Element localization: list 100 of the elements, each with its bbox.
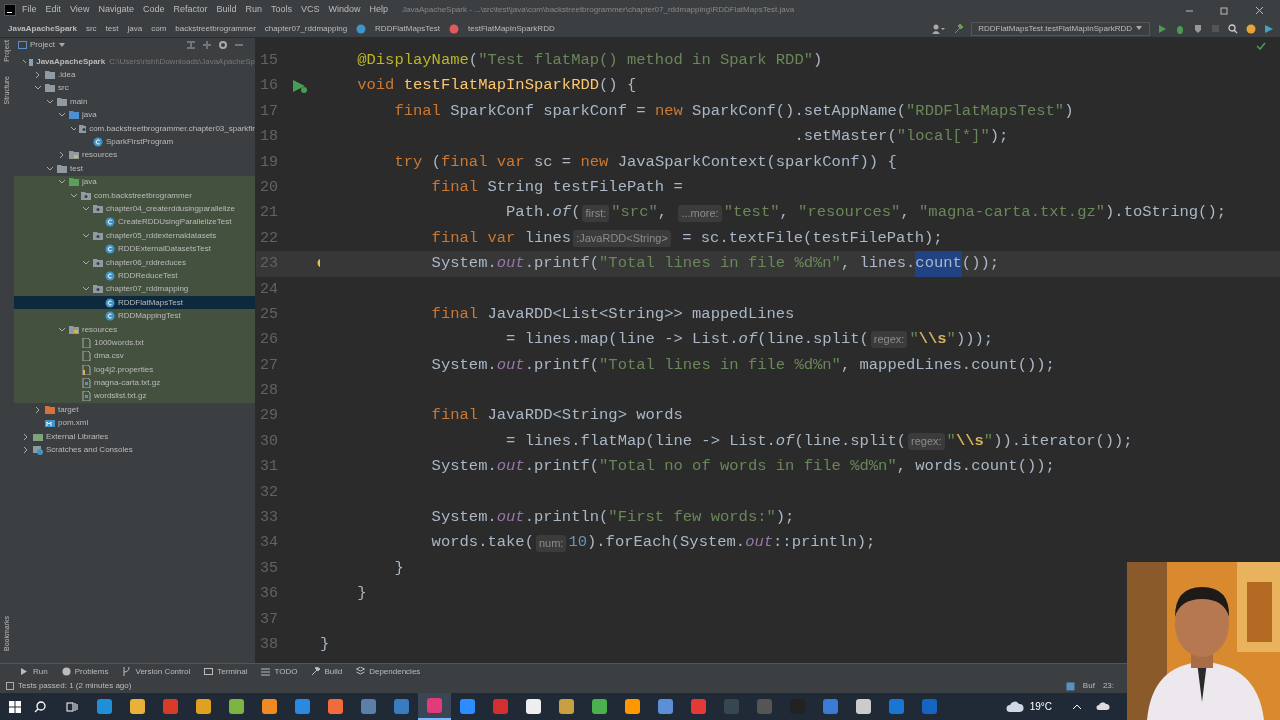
tree-item-label[interactable]: java [82,176,97,189]
app-icon[interactable] [526,699,541,714]
weather-temperature[interactable]: 19°C [1029,699,1052,714]
status-item[interactable]: 23: [1102,680,1114,692]
menu-item[interactable]: Help [369,3,389,17]
breadcrumb[interactable]: com [151,22,167,35]
tree-item-label[interactable]: SparkFirstProgram [106,136,174,149]
tree-item-label[interactable]: test [70,162,83,175]
tree-item-label[interactable]: target [58,403,79,416]
tree-item-label[interactable]: com.backstreetbrogrammer [94,189,192,202]
tree-row[interactable]: test [14,162,255,176]
breadcrumb[interactable]: JavaApacheSpark [8,22,77,35]
tree-item-label[interactable]: pom.xml [58,417,89,430]
tool-window-tab[interactable]: Build [311,665,343,678]
collapse-all-icon[interactable] [203,41,211,49]
app-icon[interactable] [625,699,640,714]
menu-item[interactable]: Window [328,3,361,17]
tree-row[interactable]: RDDFlatMapsTest [14,296,255,310]
tree-item-label[interactable]: wordslist.txt.gz [94,390,147,403]
caret-icon[interactable] [58,42,66,48]
tree-row[interactable]: SparkFirstProgram [14,135,255,149]
tool-window-tab[interactable]: Dependencies [356,665,421,678]
breadcrumb[interactable]: backstreetbrogrammer [175,22,256,35]
cloud-icon[interactable] [1096,702,1110,711]
tree-item-label[interactable]: chapter05_rddexternaldatasets [106,229,217,242]
tree-item-label[interactable]: magna-carta.txt.gz [94,377,161,390]
tree-item-label[interactable]: log4j2.properties [94,363,154,376]
tree-item-label[interactable]: JavaApacheSpark [36,55,106,68]
tree-item-label[interactable]: resources [82,323,118,336]
chevron-right-icon[interactable] [58,151,66,160]
tree-row[interactable]: src [14,81,255,96]
hammer-icon[interactable] [953,23,964,34]
status-toggle-icon[interactable] [6,682,14,690]
menu-item[interactable]: Tools [271,3,292,17]
tree-row[interactable]: resources [14,148,255,163]
breadcrumb[interactable]: chapter07_rddmapping [264,22,348,35]
tree-item-label[interactable]: chapter07_rddmapping [106,283,189,296]
search-icon[interactable] [1228,23,1238,34]
tree-row[interactable]: RDDExternalDatasetsTest [14,242,255,256]
tree-item-label[interactable]: CreateRDDUsingParallelizeTest [118,216,232,229]
tree-row[interactable]: java [14,108,255,122]
tree-row[interactable]: RDDMappingTest [14,309,255,323]
tree-row[interactable]: main [14,95,255,109]
menu-item[interactable]: Code [142,3,165,17]
restore-icon[interactable] [1220,5,1229,15]
user-icon[interactable] [931,23,946,34]
tree-item-label[interactable]: RDDMappingTest [118,310,181,323]
tree-item-label[interactable]: chapter04_createrddusingparallelize [106,203,235,215]
menu-item[interactable]: View [70,3,90,17]
task-view-icon[interactable] [66,700,78,713]
tool-window-tab[interactable]: TODO [261,665,298,678]
menu-item[interactable]: File [22,3,37,17]
bug-icon[interactable] [1175,23,1185,34]
search-icon[interactable] [34,700,46,713]
app-icon[interactable] [856,699,871,714]
tree-row[interactable]: External Libraries [14,429,255,444]
tool-window-tab[interactable]: Terminal [204,665,248,678]
tree-row[interactable]: chapter04_createrddusingparallelize [14,202,255,216]
windows-start-icon[interactable] [9,700,21,713]
close-icon[interactable] [1255,5,1264,15]
tree-item-label[interactable]: main [70,95,88,108]
tree-row[interactable]: 1000words.txt [14,336,255,350]
taskbar-button[interactable] [418,693,451,720]
run-configuration-dropdown[interactable]: RDDFlatMapsTest.testFlatMapInSparkRDD [971,21,1150,36]
hide-icon[interactable] [235,41,243,49]
menu-item[interactable]: Run [245,3,262,17]
tree-row[interactable]: target [14,403,255,417]
run-icon[interactable] [1158,23,1167,34]
tree-row[interactable]: Scratches and Consoles [14,443,255,457]
chevron-right-icon[interactable] [34,71,42,80]
tree-item-label[interactable]: src [58,82,69,95]
chevron-up-icon[interactable] [1072,703,1082,710]
tree-item-label[interactable]: 1000words.txt [94,336,144,349]
tree-item-label[interactable]: External Libraries [46,430,109,443]
tree-item-label[interactable]: dma.csv [94,350,124,363]
tool-window-tab[interactable]: Run [20,665,48,678]
tree-item-label[interactable]: java [82,109,97,122]
app-icon[interactable] [196,699,211,714]
tree-item-label[interactable]: chapter06_rddreduces [106,256,187,269]
tree-item-label[interactable]: Scratches and Consoles [46,444,133,456]
breadcrumb[interactable]: testFlatMapInSparkRDD [468,22,555,35]
tree-item-label[interactable]: resources [82,149,118,162]
panel-title[interactable]: Project [30,39,55,51]
menu-item[interactable]: Refactor [173,3,208,17]
tree-item-label[interactable]: RDDReduceTest [118,269,178,282]
tree-row[interactable]: java [14,175,255,189]
run-icon[interactable] [291,79,307,94]
tree-row[interactable]: RDDReduceTest [14,269,255,283]
status-item[interactable]: Buf [1082,680,1095,692]
menu-item[interactable]: Navigate [98,3,134,17]
menu-item[interactable]: VCS [301,3,320,17]
expand-all-icon[interactable] [187,41,195,49]
tree-row[interactable]: magna-carta.txt.gz [14,376,255,390]
menu-item[interactable]: Edit [45,3,62,17]
tree-row[interactable]: chapter05_rddexternaldatasets [14,229,255,243]
tree-item-label[interactable]: RDDFlatMapsTest [118,296,183,309]
chevron-right-icon[interactable] [34,405,42,414]
breadcrumb[interactable]: java [127,22,143,35]
menu-item[interactable]: Build [216,3,237,17]
tree-row[interactable]: .idea [14,68,255,82]
